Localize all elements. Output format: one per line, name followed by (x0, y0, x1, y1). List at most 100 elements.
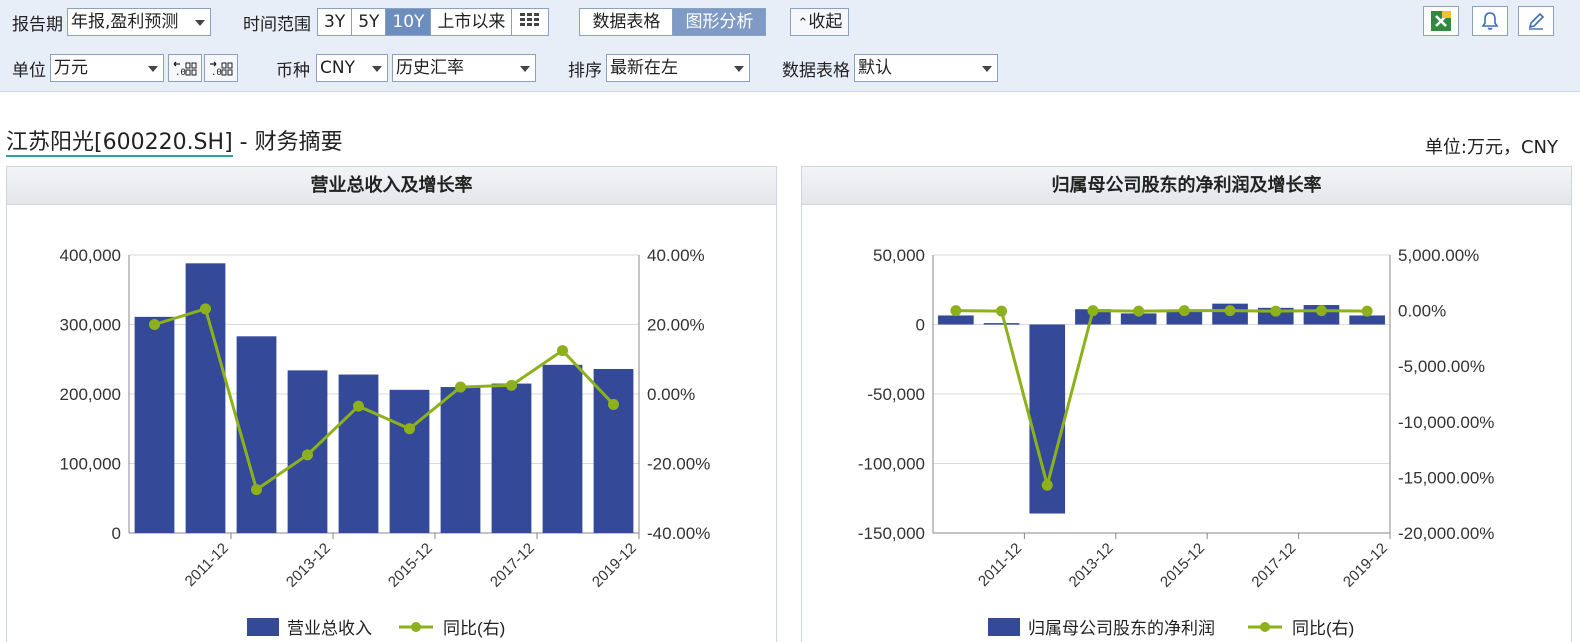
x-tick-label: 2011-12 (975, 540, 1025, 590)
svg-text:.0: .0 (211, 68, 222, 77)
collapse-button[interactable]: ⌃收起 (790, 8, 850, 36)
y2-tick-label: -5,000.00% (1398, 357, 1485, 376)
legend-line-label: 同比(右) (1292, 619, 1354, 638)
legend-bar-swatch (988, 618, 1020, 636)
range-10y-button[interactable]: 10Y (386, 9, 432, 35)
y-tick-label: 200,000 (60, 385, 121, 404)
y-tick-label: 0 (112, 524, 121, 543)
range-3y-button[interactable]: 3Y (318, 9, 353, 35)
page-title-suffix: - 财务摘要 (232, 130, 343, 155)
growth-point-2015-12[interactable] (404, 423, 415, 435)
currency-select[interactable]: CNY (316, 54, 388, 82)
y-tick-label: -100,000 (858, 455, 925, 474)
revenue-chart: 0 100,000 200,000 300,000 400,000 -40.00% -20.… (60, 246, 711, 638)
net-profit-chart-title: 归属母公司股东的净利润及增长率 (802, 167, 1571, 205)
exchange-rate-select[interactable]: 历史汇率 (392, 54, 536, 82)
growth-point-2011-12[interactable] (200, 303, 211, 315)
growth-point-2015-12[interactable] (1178, 305, 1190, 317)
bell-icon[interactable] (1472, 6, 1508, 36)
sort-select[interactable]: 最新在左 (606, 54, 750, 82)
growth-point-2019-12[interactable] (1361, 305, 1373, 317)
chart-view-button[interactable]: 图形分析 (673, 9, 766, 35)
growth-point-2013-12[interactable] (1087, 305, 1099, 317)
growth-point-2012-12[interactable] (1041, 479, 1053, 491)
y-tick-label: 300,000 (60, 316, 121, 335)
growth-point-2017-12[interactable] (506, 379, 517, 391)
growth-point-2019-12[interactable] (608, 398, 619, 410)
toolbar-row-2: 单位 万元 .0 .0 币种 CNY 历史汇率 排序 最新在左 数据表格 默认 (0, 53, 998, 83)
edit-pencil-icon[interactable] (1518, 6, 1554, 36)
y2-tick-label: 20.00% (647, 316, 705, 335)
growth-point-2014-12[interactable] (1133, 305, 1145, 317)
x-tick-label: 2017-12 (1248, 540, 1299, 591)
toolbar: 报告期 年报,盈利预测 时间范围 3Y 5Y 10Y 上市以来 数据表格 图形分… (0, 0, 1580, 92)
x-tick-label: 2015-12 (385, 540, 436, 591)
y2-tick-label: 40.00% (647, 246, 705, 265)
growth-point-2016-12[interactable] (455, 381, 466, 393)
net-profit-chart: -150,000 -100,000 -50,000 0 50,000 -20,000.00… (858, 246, 1495, 638)
increase-decimal-button[interactable]: .0 (204, 54, 238, 82)
growth-point-2013-12[interactable] (302, 449, 313, 461)
table-format-select[interactable]: 默认 (854, 54, 998, 82)
y2-tick-label: -20,000.00% (1398, 524, 1494, 543)
growth-point-2011-12[interactable] (996, 305, 1008, 317)
legend-bar-label: 归属母公司股东的净利润 (1028, 619, 1215, 638)
collapse-label: 收起 (808, 12, 843, 32)
growth-point-2010-12[interactable] (149, 319, 160, 330)
chevron-down-icon (982, 66, 992, 72)
y-tick-label: 400,000 (60, 246, 121, 265)
legend-bar-label: 营业总收入 (287, 619, 372, 638)
legend-line-marker (411, 622, 421, 632)
y-tick-label: 50,000 (873, 246, 925, 265)
unit-note: 单位:万元，CNY (1424, 137, 1558, 158)
growth-point-2017-12[interactable] (1270, 305, 1282, 317)
chevron-down-icon (195, 20, 205, 26)
x-tick-label: 2011-12 (182, 540, 232, 590)
growth-point-2018-12[interactable] (1315, 305, 1327, 317)
bar-2010-12[interactable] (938, 315, 974, 325)
unit-value: 万元 (54, 58, 88, 78)
period-select[interactable]: 年报,盈利预测 (67, 8, 211, 36)
bar-2015-12[interactable] (389, 389, 430, 533)
toolbar-row-1: 报告期 年报,盈利预测 时间范围 3Y 5Y 10Y 上市以来 数据表格 图形分… (0, 7, 850, 37)
range-selector: 3Y 5Y 10Y 上市以来 (317, 8, 550, 36)
y-tick-label: 100,000 (60, 455, 121, 474)
decrease-decimal-icon: .0 (173, 61, 197, 77)
x-tick-label: 2013-12 (283, 540, 334, 591)
bar-2012-12[interactable] (236, 336, 277, 533)
decrease-decimal-button[interactable]: .0 (168, 54, 202, 82)
bar-2019-12[interactable] (593, 368, 634, 533)
data-table-view-button[interactable]: 数据表格 (580, 9, 674, 35)
range-ipo-button[interactable]: 上市以来 (431, 9, 513, 35)
bar-2014-12[interactable] (338, 374, 379, 533)
y2-tick-label: 0.00% (1398, 302, 1446, 321)
range-5y-button[interactable]: 5Y (352, 9, 387, 35)
bar-2011-12[interactable] (983, 323, 1020, 325)
legend-line-marker (1260, 622, 1270, 632)
currency-label: 币种 (276, 60, 310, 81)
excel-export-icon[interactable] (1423, 6, 1459, 36)
growth-point-2012-12[interactable] (251, 484, 262, 496)
bar-2016-12[interactable] (440, 387, 481, 533)
bar-2017-12[interactable] (491, 383, 532, 533)
bar-2019-12[interactable] (1349, 315, 1385, 325)
grid-icon[interactable] (512, 9, 548, 35)
growth-line (955, 309, 1368, 492)
unit-select[interactable]: 万元 (50, 54, 164, 82)
growth-point-2014-12[interactable] (353, 400, 364, 412)
growth-point-2010-12[interactable] (950, 305, 962, 317)
chevron-down-icon (372, 66, 382, 72)
growth-point-2016-12[interactable] (1224, 305, 1236, 317)
legend-line-label: 同比(右) (443, 619, 505, 638)
currency-value: CNY (320, 58, 355, 78)
bar-2018-12[interactable] (542, 364, 583, 533)
growth-point-2018-12[interactable] (557, 345, 568, 357)
bar-2010-12[interactable] (134, 316, 175, 533)
table-format-value: 默认 (858, 58, 892, 78)
unit-label: 单位 (12, 60, 46, 81)
view-toggle: 数据表格 图形分析 (579, 8, 767, 36)
sort-value: 最新在左 (610, 58, 678, 78)
company-link[interactable]: 江苏阳光[600220.SH] (6, 130, 233, 157)
range-label: 时间范围 (243, 14, 311, 35)
y-tick-label: 0 (916, 316, 925, 335)
